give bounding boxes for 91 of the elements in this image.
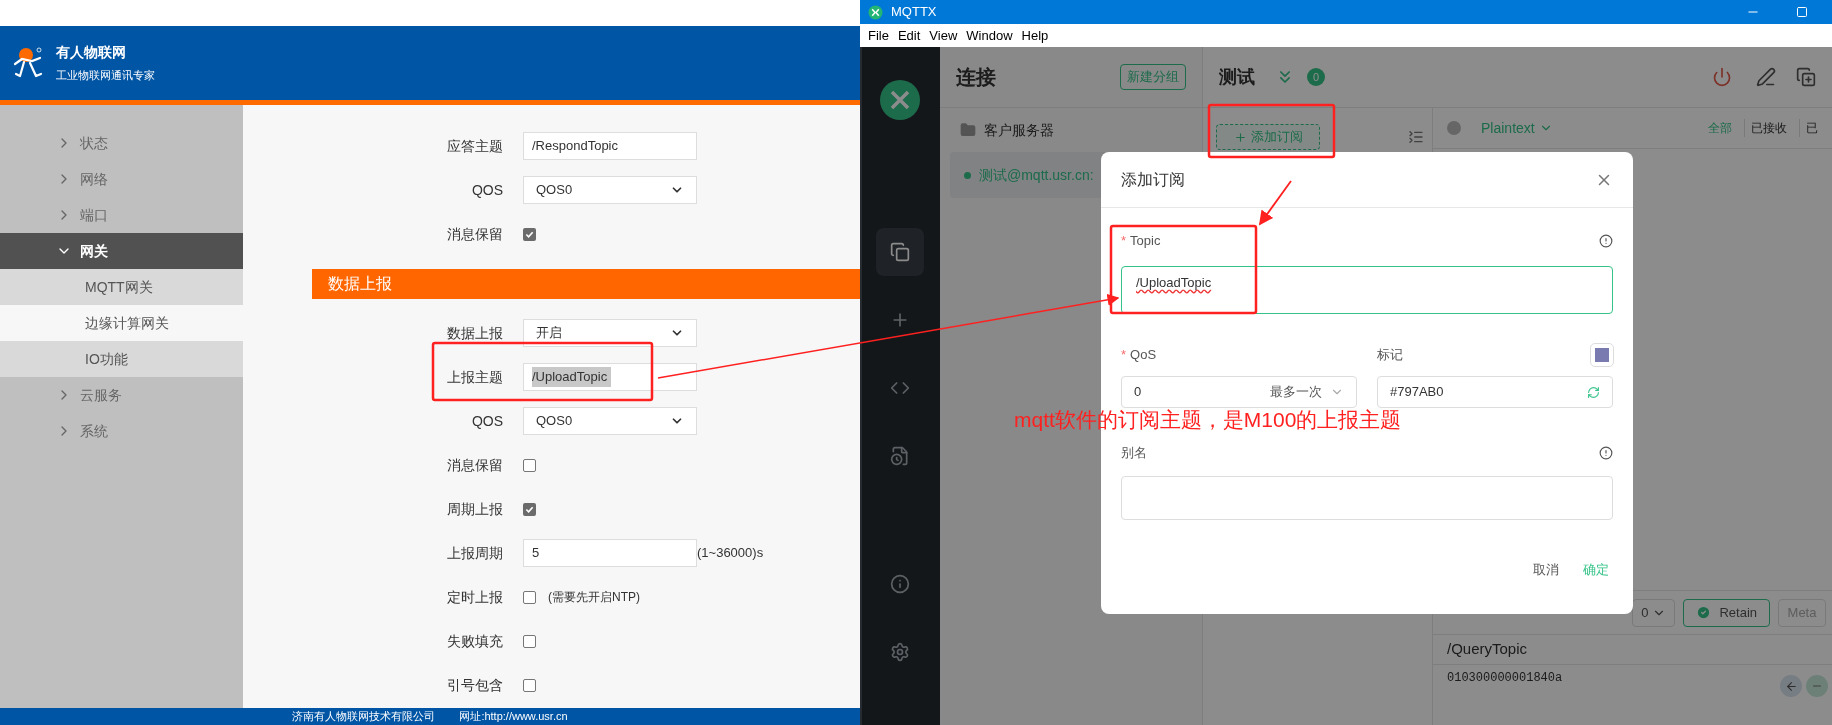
info-icon bbox=[890, 574, 910, 594]
field-label: QoS bbox=[1130, 346, 1157, 365]
brand-tagline: 工业物联网通讯专家 bbox=[56, 68, 155, 84]
field-label: 标记 bbox=[1377, 346, 1403, 365]
new-window-icon[interactable] bbox=[1796, 67, 1816, 87]
format-icon bbox=[1447, 121, 1461, 135]
info-icon bbox=[1599, 234, 1613, 248]
annotation-note: mqtt软件的订阅主题，是M100的上报主题 bbox=[1014, 407, 1402, 433]
field-label: QOS bbox=[470, 411, 504, 431]
field-label: 定时上报 bbox=[446, 587, 504, 607]
dialog-title: 添加订阅 bbox=[1121, 169, 1185, 190]
topic-input[interactable]: /UploadTopic bbox=[1121, 266, 1613, 314]
field-label: 周期上报 bbox=[446, 499, 504, 519]
menu-item[interactable]: Window bbox=[966, 25, 1013, 46]
checkbox[interactable] bbox=[523, 634, 536, 648]
collapse-icon[interactable] bbox=[1408, 129, 1424, 145]
color-input[interactable]: #797AB0 bbox=[1377, 376, 1613, 408]
menu-item[interactable]: File bbox=[868, 25, 889, 46]
rail-button[interactable] bbox=[876, 228, 924, 276]
filter-tab[interactable]: 已 bbox=[1799, 119, 1818, 137]
annotation-arrow bbox=[1258, 180, 1292, 226]
sidebar-subitem[interactable]: MQTT网关 bbox=[0, 269, 243, 305]
field-label: QOS bbox=[470, 180, 504, 200]
publish-topic[interactable]: /QueryTopic bbox=[1447, 638, 1528, 661]
field-label: 应答主题 bbox=[446, 136, 504, 156]
footer-website: 网址:http://www.usr.cn bbox=[459, 711, 568, 722]
brand-name: 有人物联网 bbox=[56, 43, 127, 63]
footer-company: 济南有人物联网技术有限公司 bbox=[292, 711, 436, 722]
checkbox[interactable] bbox=[523, 502, 536, 516]
settings-icon bbox=[890, 642, 910, 662]
app-logo-icon bbox=[868, 4, 883, 20]
field-label: 失败填充 bbox=[446, 631, 504, 651]
select-field[interactable]: 开启 bbox=[523, 319, 697, 347]
field-label: 别名 bbox=[1121, 444, 1147, 463]
refresh-icon bbox=[1587, 385, 1600, 399]
alias-input[interactable] bbox=[1121, 476, 1613, 520]
menu-item[interactable]: Help bbox=[1021, 25, 1049, 46]
field-label: 上报周期 bbox=[446, 543, 504, 563]
field-label: 消息保留 bbox=[446, 224, 504, 244]
connections-icon bbox=[890, 242, 910, 262]
power-icon[interactable] bbox=[1712, 67, 1732, 87]
select-field[interactable]: QOS0 bbox=[523, 176, 697, 204]
checkbox[interactable] bbox=[523, 678, 536, 692]
info-icon bbox=[1599, 446, 1613, 460]
app-logo-icon bbox=[880, 80, 920, 120]
sidebar-item[interactable]: 状态 bbox=[0, 125, 243, 161]
connection-title: 测试 bbox=[1219, 65, 1255, 89]
sidebar-item[interactable]: 网关 bbox=[0, 233, 243, 269]
text-input[interactable]: 5 bbox=[523, 539, 697, 567]
checkbox[interactable] bbox=[523, 227, 536, 241]
log-icon bbox=[890, 446, 910, 466]
sidebar-subitem[interactable]: 边缘计算网关 bbox=[0, 305, 243, 341]
arrow-left-icon bbox=[1784, 679, 1798, 693]
retain-button[interactable]: Retain bbox=[1683, 598, 1770, 627]
field-label: 引号包含 bbox=[446, 675, 504, 695]
range-hint: (1~36000)s bbox=[697, 544, 764, 563]
publish-payload[interactable]: 010300000001840a bbox=[1447, 669, 1563, 687]
maximize-icon[interactable] bbox=[1796, 6, 1808, 18]
group-item[interactable]: 客户服务器 bbox=[940, 108, 1202, 152]
menu-item[interactable]: Edit bbox=[897, 25, 921, 46]
color-swatch[interactable] bbox=[1591, 344, 1613, 366]
checkbox[interactable] bbox=[523, 458, 536, 472]
folder-icon bbox=[960, 122, 976, 138]
window-title: MQTTX bbox=[891, 3, 937, 22]
panel-title: 连接 bbox=[956, 65, 996, 90]
required-mark: * bbox=[1121, 232, 1127, 251]
text-input[interactable]: /UploadTopic bbox=[523, 363, 697, 391]
menu-item[interactable]: View bbox=[929, 25, 958, 46]
checkbox[interactable] bbox=[523, 590, 536, 604]
filter-tab[interactable]: 已接收 bbox=[1744, 119, 1787, 137]
count-badge: 0 bbox=[1307, 68, 1325, 86]
sidebar-item[interactable]: 端口 bbox=[0, 197, 243, 233]
plus-icon bbox=[1233, 130, 1247, 144]
required-mark: * bbox=[1121, 346, 1127, 365]
text-input[interactable]: /RespondTopic bbox=[523, 132, 697, 160]
sidebar-item[interactable]: 云服务 bbox=[0, 377, 243, 413]
field-label: 上报主题 bbox=[446, 367, 504, 387]
field-label: Topic bbox=[1130, 232, 1161, 251]
sidebar-item[interactable]: 网络 bbox=[0, 161, 243, 197]
section-header: 数据上报 bbox=[312, 269, 860, 299]
sidebar-item[interactable]: 系统 bbox=[0, 413, 243, 449]
field-label: 消息保留 bbox=[446, 455, 504, 475]
qos-select[interactable]: 0 最多一次 bbox=[1121, 376, 1357, 408]
cancel-button[interactable]: 取消 bbox=[1533, 560, 1559, 580]
sidebar-subitem[interactable]: IO功能 bbox=[0, 341, 243, 377]
field-note: (需要先开启NTP) bbox=[548, 589, 640, 606]
check-circle-icon bbox=[1696, 605, 1712, 620]
back-button[interactable] bbox=[1780, 675, 1802, 697]
select-field[interactable]: QOS0 bbox=[523, 407, 697, 435]
field-label: 数据上报 bbox=[446, 323, 504, 343]
edit-icon[interactable] bbox=[1756, 67, 1776, 87]
